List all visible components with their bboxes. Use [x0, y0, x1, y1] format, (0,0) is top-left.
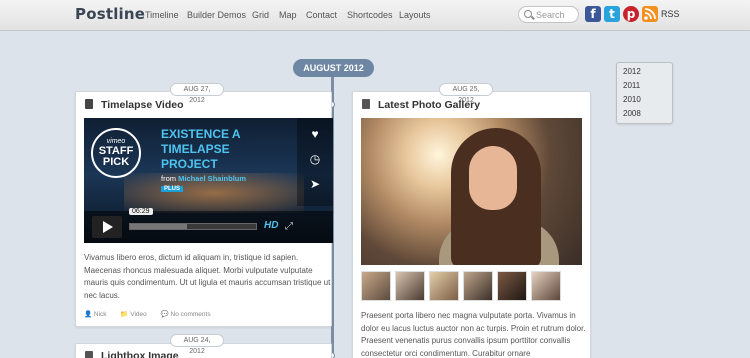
featured-photo[interactable] [361, 118, 582, 265]
search-box[interactable] [518, 6, 579, 23]
post-date: AUG 25, 2012 [439, 83, 493, 104]
top-bar: Postline Timeline Builder Demos Grid Map… [0, 0, 750, 31]
nav-layouts[interactable]: Layouts [399, 10, 431, 20]
post-meta: 👤 Nick 📁 Video 💬 No comments [84, 310, 223, 318]
facebook-icon[interactable]: f [585, 6, 601, 22]
fullscreen-icon[interactable]: ⤢ [285, 221, 293, 232]
video-progress-fill [130, 224, 187, 229]
year-link-2012[interactable]: 2012 [623, 67, 641, 76]
staff-pick-label: STAFF PICK [98, 145, 134, 168]
gallery-thumb[interactable] [497, 271, 527, 301]
category-name[interactable]: Video [130, 311, 147, 318]
video-author[interactable]: Michael Shainblum [178, 174, 246, 183]
post-comments[interactable]: 💬 No comments [161, 311, 211, 318]
post-excerpt: Vivamus libero eros, dictum id aliquam i… [84, 253, 331, 300]
search-input[interactable] [536, 9, 576, 21]
timeline-month-label[interactable]: AUGUST 2012 [293, 59, 374, 77]
vimeo-label: vimeo [106, 138, 126, 145]
year-selector: 2012 2011 2010 2008 [616, 62, 673, 124]
video-title[interactable]: EXISTENCE A TIMELAPSE PROJECT [161, 127, 271, 172]
nav-timeline[interactable]: Timeline [145, 10, 179, 20]
post-author[interactable]: 👤 Nick [84, 311, 107, 318]
nav-builder-demos[interactable]: Builder Demos [187, 10, 246, 20]
send-icon[interactable]: ➤ [307, 176, 323, 192]
video-control-bar: 06:29 HD ⤢ [84, 208, 333, 243]
gallery-thumb[interactable] [463, 271, 493, 301]
video-side-controls: ♥ ◷ ➤ [297, 118, 333, 206]
post-date: AUG 24, 2012 [170, 334, 224, 355]
clock-icon[interactable]: ◷ [307, 151, 323, 167]
twitter-icon[interactable]: t [604, 6, 620, 22]
pinterest-icon[interactable]: p [623, 6, 639, 22]
comments-count[interactable]: No comments [171, 311, 211, 318]
gallery-thumb[interactable] [395, 271, 425, 301]
video-time: 06:29 [129, 208, 153, 215]
staff-pick-badge: vimeo STAFF PICK [91, 128, 141, 178]
post-excerpt: Praesent porta libero nec magna vulputat… [361, 311, 586, 358]
video-progress-track[interactable] [129, 223, 257, 230]
hd-toggle[interactable]: HD [264, 220, 278, 231]
nav-map[interactable]: Map [279, 10, 297, 20]
gallery-thumb[interactable] [531, 271, 561, 301]
post-title[interactable]: Lightbox Image [101, 350, 179, 358]
gallery-thumb[interactable] [361, 271, 391, 301]
document-icon [362, 99, 370, 109]
play-button[interactable] [92, 216, 122, 238]
site-logo[interactable]: Postline [75, 5, 145, 23]
video-from-label: from [161, 174, 176, 183]
rss-link[interactable]: RSS [661, 9, 680, 19]
video-player[interactable]: vimeo STAFF PICK EXISTENCE A TIMELAPSE P… [84, 118, 333, 243]
year-link-2008[interactable]: 2008 [623, 109, 641, 118]
year-link-2011[interactable]: 2011 [623, 81, 640, 90]
post-title[interactable]: Timelapse Video [101, 99, 183, 111]
post-date: AUG 27, 2012 [170, 83, 224, 104]
video-post-icon [85, 99, 93, 109]
author-name[interactable]: Nick [94, 311, 107, 318]
search-icon [524, 10, 532, 18]
nav-shortcodes[interactable]: Shortcodes [347, 10, 393, 20]
video-byline: from Michael Shainblum [161, 174, 246, 183]
photo-subject-face [469, 146, 517, 210]
post-category[interactable]: 📁 Video [120, 311, 146, 318]
post-title[interactable]: Latest Photo Gallery [378, 99, 480, 111]
plus-badge: PLUS [161, 186, 184, 192]
rss-icon[interactable] [642, 6, 658, 22]
nav-contact[interactable]: Contact [306, 10, 337, 20]
gallery-thumb[interactable] [429, 271, 459, 301]
nav-grid[interactable]: Grid [252, 10, 269, 20]
document-icon [85, 351, 93, 358]
heart-icon[interactable]: ♥ [307, 126, 323, 142]
year-link-2010[interactable]: 2010 [623, 95, 641, 104]
